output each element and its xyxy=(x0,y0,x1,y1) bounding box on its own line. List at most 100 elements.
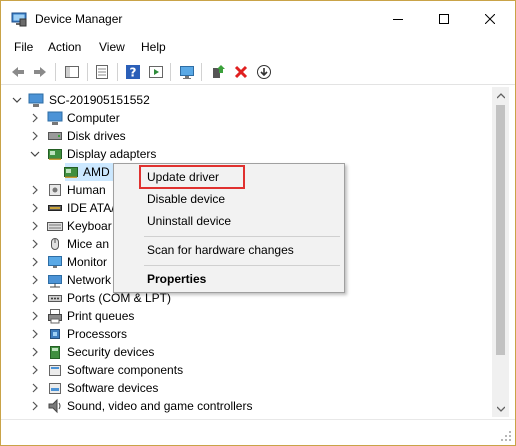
maximize-icon xyxy=(439,14,449,24)
expand-chevron-icon[interactable] xyxy=(29,219,41,233)
menu-view[interactable]: View xyxy=(99,40,125,54)
forward-arrow-icon xyxy=(34,67,46,77)
update-down-arrow-icon xyxy=(257,65,271,79)
mouse-icon xyxy=(51,238,59,250)
expand-chevron-icon[interactable] xyxy=(29,201,41,215)
expand-chevron-icon[interactable] xyxy=(29,345,41,359)
scroll-thumb[interactable] xyxy=(496,105,505,355)
tree-category-item[interactable]: Software components xyxy=(3,361,493,379)
back-arrow-icon xyxy=(12,67,24,77)
update-driver-toolbar-button[interactable] xyxy=(253,61,275,83)
close-icon xyxy=(485,14,495,24)
help-button[interactable]: ? xyxy=(122,61,144,83)
minimize-icon xyxy=(393,19,403,20)
expand-chevron-icon[interactable] xyxy=(29,111,41,125)
tree-item-label: IDE ATA/ xyxy=(67,201,115,215)
menu-separator xyxy=(144,265,340,266)
toolbar-separator xyxy=(117,63,118,81)
context-menu: Update driver Disable device Uninstall d… xyxy=(113,163,345,293)
tree-item-label: Disk drives xyxy=(67,129,126,143)
menu-disable-device[interactable]: Disable device xyxy=(114,188,344,210)
scroll-down-button[interactable] xyxy=(492,400,509,417)
port-icon xyxy=(48,295,62,302)
show-hide-tree-icon xyxy=(65,66,79,78)
expand-chevron-icon[interactable] xyxy=(29,399,41,413)
show-hide-tree-button[interactable] xyxy=(61,61,83,83)
tree-item-label: Software components xyxy=(67,363,184,377)
scroll-up-button[interactable] xyxy=(492,87,509,104)
properties-label: Properties xyxy=(147,272,207,286)
expand-chevron-icon[interactable] xyxy=(29,363,41,377)
tree-category-item[interactable]: Software devices xyxy=(3,379,493,397)
menu-action[interactable]: Action xyxy=(48,40,81,54)
scan-hardware-button[interactable] xyxy=(176,61,198,83)
resize-grip-icon[interactable] xyxy=(500,430,512,442)
tree-category-item[interactable]: Computer xyxy=(3,109,493,127)
device-manager-window: Device Manager File Action View Help ? S… xyxy=(0,0,516,446)
collapse-chevron-icon[interactable] xyxy=(29,147,41,161)
back-button[interactable] xyxy=(7,61,29,83)
tree-item-label: Software devices xyxy=(67,381,159,395)
disable-device-label: Disable device xyxy=(147,192,226,206)
uninstall-icon xyxy=(234,65,248,79)
tree-item-label: AMD xyxy=(83,165,110,179)
uninstall-button[interactable] xyxy=(230,61,252,83)
expand-chevron-icon[interactable] xyxy=(29,273,41,287)
title-bar[interactable]: Device Manager xyxy=(1,1,515,37)
security-device-icon xyxy=(50,346,60,359)
tree-item-label: Display adapters xyxy=(67,147,157,161)
close-button[interactable] xyxy=(467,1,513,37)
tree-category-item[interactable]: Print queues xyxy=(3,307,493,325)
printer-icon xyxy=(48,309,62,324)
collapse-chevron-icon[interactable] xyxy=(11,93,23,107)
add-driver-icon xyxy=(213,65,225,78)
toolbar-separator xyxy=(170,63,171,81)
chevron-down-icon xyxy=(496,406,505,412)
menu-uninstall-device[interactable]: Uninstall device xyxy=(114,210,344,232)
tree-root-label: SC-201905151552 xyxy=(49,93,150,107)
tree-category-item[interactable]: Processors xyxy=(3,325,493,343)
toolbar: ? xyxy=(1,58,515,85)
expand-chevron-icon[interactable] xyxy=(29,183,41,197)
menu-bar: File Action View Help xyxy=(1,37,515,57)
uninstall-device-label: Uninstall device xyxy=(147,214,232,228)
highlight-box xyxy=(139,165,245,189)
expand-chevron-icon[interactable] xyxy=(29,309,41,323)
device-manager-app-icon xyxy=(11,12,27,27)
menu-properties[interactable]: Properties xyxy=(114,268,344,290)
menu-help[interactable]: Help xyxy=(141,40,166,54)
menu-scan-hardware[interactable]: Scan for hardware changes xyxy=(114,239,344,261)
computer-icon xyxy=(47,111,63,125)
expand-chevron-icon[interactable] xyxy=(29,381,41,395)
menu-file[interactable]: File xyxy=(14,40,33,54)
tree-root[interactable]: SC-201905151552 xyxy=(3,91,493,109)
keyboard-icon xyxy=(47,222,63,231)
properties-button[interactable] xyxy=(91,61,113,83)
disk-drive-icon xyxy=(48,132,62,140)
tree-category-item[interactable]: Disk drives xyxy=(3,127,493,145)
run-icon xyxy=(149,66,163,78)
vertical-scrollbar[interactable] xyxy=(492,87,509,417)
forward-button[interactable] xyxy=(29,61,51,83)
sound-controller-icon xyxy=(48,398,61,414)
tree-item-label: Computer xyxy=(67,111,120,125)
maximize-button[interactable] xyxy=(421,1,467,37)
software-device-icon xyxy=(49,383,61,394)
monitor-icon xyxy=(48,256,62,268)
tree-item-label: Network xyxy=(67,273,112,287)
software-component-icon xyxy=(49,365,61,376)
expand-chevron-icon[interactable] xyxy=(29,327,41,341)
expand-chevron-icon[interactable] xyxy=(29,291,41,305)
expand-chevron-icon[interactable] xyxy=(29,255,41,269)
minimize-button[interactable] xyxy=(375,1,421,37)
tree-category-item[interactable]: Security devices xyxy=(3,343,493,361)
run-button[interactable] xyxy=(145,61,167,83)
tree-category-item[interactable]: Sound, video and game controllers xyxy=(3,397,493,415)
svg-text:?: ? xyxy=(130,66,137,80)
tree-item-label: Keyboar xyxy=(67,219,112,233)
expand-chevron-icon[interactable] xyxy=(29,129,41,143)
tree-category-item[interactable]: Display adapters xyxy=(3,145,493,163)
toolbar-separator xyxy=(201,63,202,81)
add-driver-button[interactable] xyxy=(207,61,229,83)
expand-chevron-icon[interactable] xyxy=(29,237,41,251)
